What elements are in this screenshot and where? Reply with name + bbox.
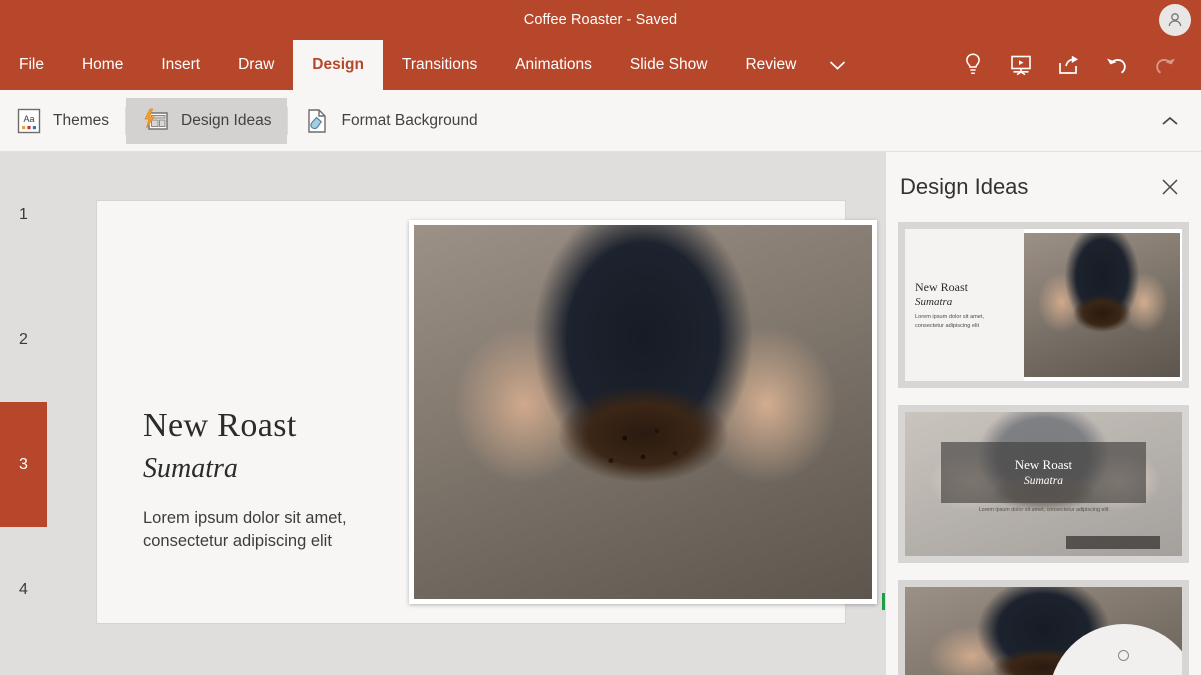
redo-button[interactable] bbox=[1141, 40, 1189, 90]
account-person-icon bbox=[1168, 13, 1182, 27]
tab-overflow-button[interactable] bbox=[815, 40, 859, 90]
format-background-icon bbox=[308, 108, 327, 133]
slide-subtitle: Sumatra bbox=[143, 453, 238, 485]
slide-canvas[interactable]: New Roast Sumatra Lorem ipsum dolor sit … bbox=[97, 201, 887, 623]
tab-label: Review bbox=[745, 56, 797, 73]
design-ideas-panel: Design Ideas New Roast Sumatra Lorem ips… bbox=[885, 152, 1201, 675]
panel-header: Design Ideas bbox=[886, 152, 1201, 222]
chevron-up-icon bbox=[1162, 116, 1178, 125]
idea-body-text: Lorem ipsum dolor sit amet, consectetur … bbox=[978, 507, 1109, 514]
avatar[interactable] bbox=[1159, 4, 1191, 36]
format-background-label: Format Background bbox=[341, 111, 478, 129]
idea-preview: New Roast bbox=[905, 587, 1182, 675]
idea-preview: New Roast Sumatra Lorem ipsum dolor sit … bbox=[905, 412, 1182, 556]
design-idea-overlay-banner[interactable]: New Roast Sumatra Lorem ipsum dolor sit … bbox=[898, 405, 1189, 563]
tab-home[interactable]: Home bbox=[63, 40, 142, 90]
tab-animations[interactable]: Animations bbox=[496, 40, 611, 90]
idea-image-column bbox=[1024, 229, 1182, 381]
tab-review[interactable]: Review bbox=[726, 40, 815, 90]
tab-label: Draw bbox=[238, 56, 275, 73]
tab-file[interactable]: File bbox=[0, 40, 63, 90]
title-bar: Coffee Roaster - Saved bbox=[0, 0, 1201, 40]
chevron-down-icon bbox=[829, 60, 845, 70]
document-title: Coffee Roaster - Saved bbox=[523, 12, 678, 28]
slide-thumbnail-rail[interactable]: 1 2 3 4 bbox=[0, 152, 47, 675]
idea-body-line-2: consectetur adipiscing elit bbox=[915, 322, 980, 329]
slide-workspace: New Roast Sumatra Lorem ipsum dolor sit … bbox=[47, 152, 887, 675]
panel-close-button[interactable] bbox=[1153, 170, 1187, 204]
share-icon bbox=[1059, 55, 1078, 74]
slide-image-frame[interactable] bbox=[409, 220, 877, 604]
idea-subtitle: Sumatra bbox=[1023, 475, 1063, 488]
tab-transitions[interactable]: Transitions bbox=[383, 40, 496, 90]
tab-draw[interactable]: Draw bbox=[219, 40, 293, 90]
tab-design[interactable]: Design bbox=[293, 40, 383, 90]
idea-title: New Roast bbox=[915, 280, 968, 295]
tab-slide-show[interactable]: Slide Show bbox=[611, 40, 727, 90]
svg-text:Aa: Aa bbox=[23, 114, 34, 124]
tell-me-button[interactable] bbox=[949, 40, 997, 90]
idea-text-column: New Roast Sumatra Lorem ipsum dolor sit … bbox=[905, 229, 1024, 381]
design-ideas-button[interactable]: Design Ideas bbox=[126, 97, 288, 144]
themes-icon: Aa bbox=[17, 108, 41, 133]
design-toolbar: Aa Themes Design Ideas Format Background bbox=[0, 90, 1201, 152]
design-idea-circle-card[interactable]: New Roast bbox=[898, 580, 1189, 675]
tab-label: Slide Show bbox=[629, 56, 708, 73]
tab-insert[interactable]: Insert bbox=[142, 40, 219, 90]
tab-label: Design bbox=[312, 56, 364, 73]
idea-title: New Roast bbox=[1014, 457, 1073, 473]
collapse-ribbon-button[interactable] bbox=[1153, 104, 1187, 138]
share-button[interactable] bbox=[1045, 40, 1093, 90]
idea-text-overlay: New Roast Sumatra bbox=[941, 442, 1146, 503]
present-button[interactable] bbox=[997, 40, 1045, 90]
quick-actions bbox=[949, 40, 1201, 90]
slide-text-block[interactable]: New Roast Sumatra Lorem ipsum dolor sit … bbox=[143, 406, 413, 553]
slide-number: 2 bbox=[19, 330, 28, 348]
redo-icon bbox=[1156, 58, 1175, 74]
tab-label: Insert bbox=[161, 56, 201, 73]
idea-body-line-1: Lorem ipsum dolor sit amet, bbox=[915, 314, 985, 321]
panel-title: Design Ideas bbox=[900, 174, 1029, 199]
format-background-button[interactable]: Format Background bbox=[288, 98, 493, 144]
slide-rail-item-2[interactable]: 2 bbox=[0, 277, 47, 402]
slide-body-line-1: Lorem ipsum dolor sit amet, bbox=[143, 509, 347, 528]
idea-accent-bar bbox=[1065, 535, 1160, 549]
slide-title: New Roast bbox=[143, 407, 297, 444]
idea-subtitle: Sumatra bbox=[915, 296, 953, 309]
tab-label: Animations bbox=[515, 56, 592, 73]
tell-me-lightbulb-icon bbox=[966, 53, 980, 74]
slide-number: 4 bbox=[19, 580, 28, 598]
ribbon-tabs: File Home Insert Draw Design Transitions… bbox=[0, 40, 1201, 90]
slide-rail-item-3[interactable]: 3 bbox=[0, 402, 47, 527]
themes-button[interactable]: Aa Themes bbox=[0, 98, 125, 144]
slide-number: 1 bbox=[19, 205, 28, 223]
slide-body-line-2: consectetur adipiscing elit bbox=[143, 532, 332, 551]
present-slideshow-icon bbox=[1011, 55, 1031, 76]
tab-label: File bbox=[19, 56, 44, 73]
design-ideas-icon bbox=[144, 108, 168, 130]
circle-accent-icon bbox=[1118, 650, 1130, 662]
slide-body-text: Lorem ipsum dolor sit amet, consectetur … bbox=[143, 507, 413, 553]
design-ideas-label: Design Ideas bbox=[181, 111, 272, 129]
close-x-icon bbox=[1162, 179, 1178, 195]
tab-label: Home bbox=[81, 56, 124, 73]
undo-icon bbox=[1107, 58, 1126, 74]
design-idea-split-layout[interactable]: New Roast Sumatra Lorem ipsum dolor sit … bbox=[898, 222, 1189, 388]
hands-holding-coffee-beans-photo bbox=[414, 225, 872, 599]
slide-number: 3 bbox=[19, 455, 28, 473]
themes-label: Themes bbox=[53, 111, 109, 129]
tab-label: Transitions bbox=[401, 56, 478, 73]
undo-button[interactable] bbox=[1093, 40, 1141, 90]
idea-preview: New Roast Sumatra Lorem ipsum dolor sit … bbox=[905, 229, 1182, 381]
slide-rail-item-1[interactable]: 1 bbox=[0, 152, 47, 277]
hands-holding-coffee-beans-photo bbox=[1024, 233, 1180, 377]
slide-rail-item-4[interactable]: 4 bbox=[0, 527, 47, 652]
